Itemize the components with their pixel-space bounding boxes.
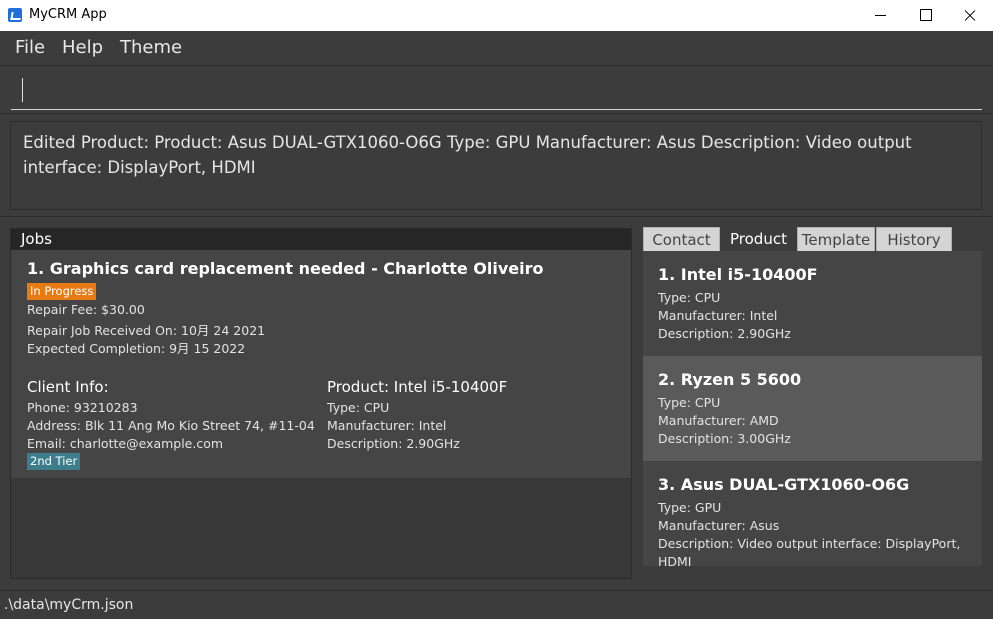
product-manufacturer: Manufacturer: AMD: [658, 413, 779, 428]
product-description: Description: 3.00GHz: [658, 431, 791, 446]
job-product-heading: Product: Intel i5-10400F: [327, 378, 508, 396]
list-item[interactable]: 1. Intel i5-10400F Type: CPU Manufacture…: [643, 251, 982, 356]
tab-bar: Contact Product Template History: [643, 226, 983, 251]
text-caret: [22, 78, 23, 102]
maximize-icon[interactable]: [902, 0, 948, 31]
menu-help[interactable]: Help: [62, 37, 103, 58]
job-product-manufacturer: Manufacturer: Intel: [327, 418, 447, 433]
product-type: Type: CPU: [658, 395, 721, 410]
product-title: 2. Ryzen 5 5600: [658, 370, 802, 389]
tab-contact[interactable]: Contact: [643, 227, 720, 251]
client-address: Address: Blk 11 Ang Mo Kio Street 74, #1…: [27, 418, 315, 433]
product-type: Type: GPU: [658, 500, 722, 515]
product-description: Description: 2.90GHz: [658, 326, 791, 341]
tab-history[interactable]: History: [876, 227, 952, 251]
window-title-bar: MyCRM App: [0, 0, 993, 31]
result-display: Edited Product: Product: Asus DUAL-GTX10…: [10, 121, 982, 210]
status-badge: In Progress: [27, 283, 97, 300]
window-title: MyCRM App: [29, 7, 107, 22]
product-title: 1. Intel i5-10400F: [658, 265, 818, 284]
close-icon[interactable]: [947, 0, 993, 31]
tab-product[interactable]: Product: [721, 227, 796, 251]
data-file-path: .\data\myCrm.json: [4, 597, 134, 613]
command-box: [0, 66, 993, 114]
jobs-panel: Jobs 1. Graphics card replacement needed…: [10, 228, 632, 579]
product-list: 1. Intel i5-10400F Type: CPU Manufacture…: [643, 251, 982, 569]
status-bar: .\data\myCrm.json: [0, 590, 993, 619]
menu-file[interactable]: File: [15, 37, 45, 58]
client-info-heading: Client Info:: [27, 378, 109, 396]
product-manufacturer: Manufacturer: Intel: [658, 308, 778, 323]
product-description-cont: HDMI: [658, 554, 692, 569]
product-type: Type: CPU: [658, 290, 721, 305]
client-phone: Phone: 93210283: [27, 400, 138, 415]
jobs-title: Jobs: [21, 230, 52, 248]
tier-badge: 2nd Tier: [27, 453, 81, 470]
client-email: Email: charlotte@example.com: [27, 436, 224, 451]
job-product-description: Description: 2.90GHz: [327, 436, 460, 451]
jobs-header: Jobs: [11, 229, 631, 250]
product-description: Description: Video output interface: Dis…: [658, 536, 961, 551]
app-logo-icon: [8, 8, 22, 22]
result-message: Edited Product: Product: Asus DUAL-GTX10…: [23, 133, 912, 177]
menu-theme[interactable]: Theme: [120, 37, 182, 58]
command-input[interactable]: [11, 72, 982, 110]
expected-completion: Expected Completion: 9月 15 2022: [27, 341, 246, 356]
repair-fee: Repair Fee: $30.00: [27, 302, 145, 317]
received-date: Repair Job Received On: 10月 24 2021: [27, 323, 266, 338]
section-divider: [0, 216, 993, 217]
list-item[interactable]: 3. Asus DUAL-GTX1060-O6G Type: GPU Manuf…: [643, 461, 982, 569]
menu-bar: File Help Theme: [0, 31, 993, 66]
product-manufacturer: Manufacturer: Asus: [658, 518, 780, 533]
minimize-icon[interactable]: [857, 0, 903, 31]
job-title: 1. Graphics card replacement needed - Ch…: [27, 259, 544, 278]
job-product-type: Type: CPU: [327, 400, 390, 415]
list-item[interactable]: 2. Ryzen 5 5600 Type: CPU Manufacturer: …: [643, 356, 982, 461]
tab-template[interactable]: Template: [797, 227, 875, 251]
job-card[interactable]: 1. Graphics card replacement needed - Ch…: [11, 250, 631, 478]
product-title: 3. Asus DUAL-GTX1060-O6G: [658, 475, 910, 494]
